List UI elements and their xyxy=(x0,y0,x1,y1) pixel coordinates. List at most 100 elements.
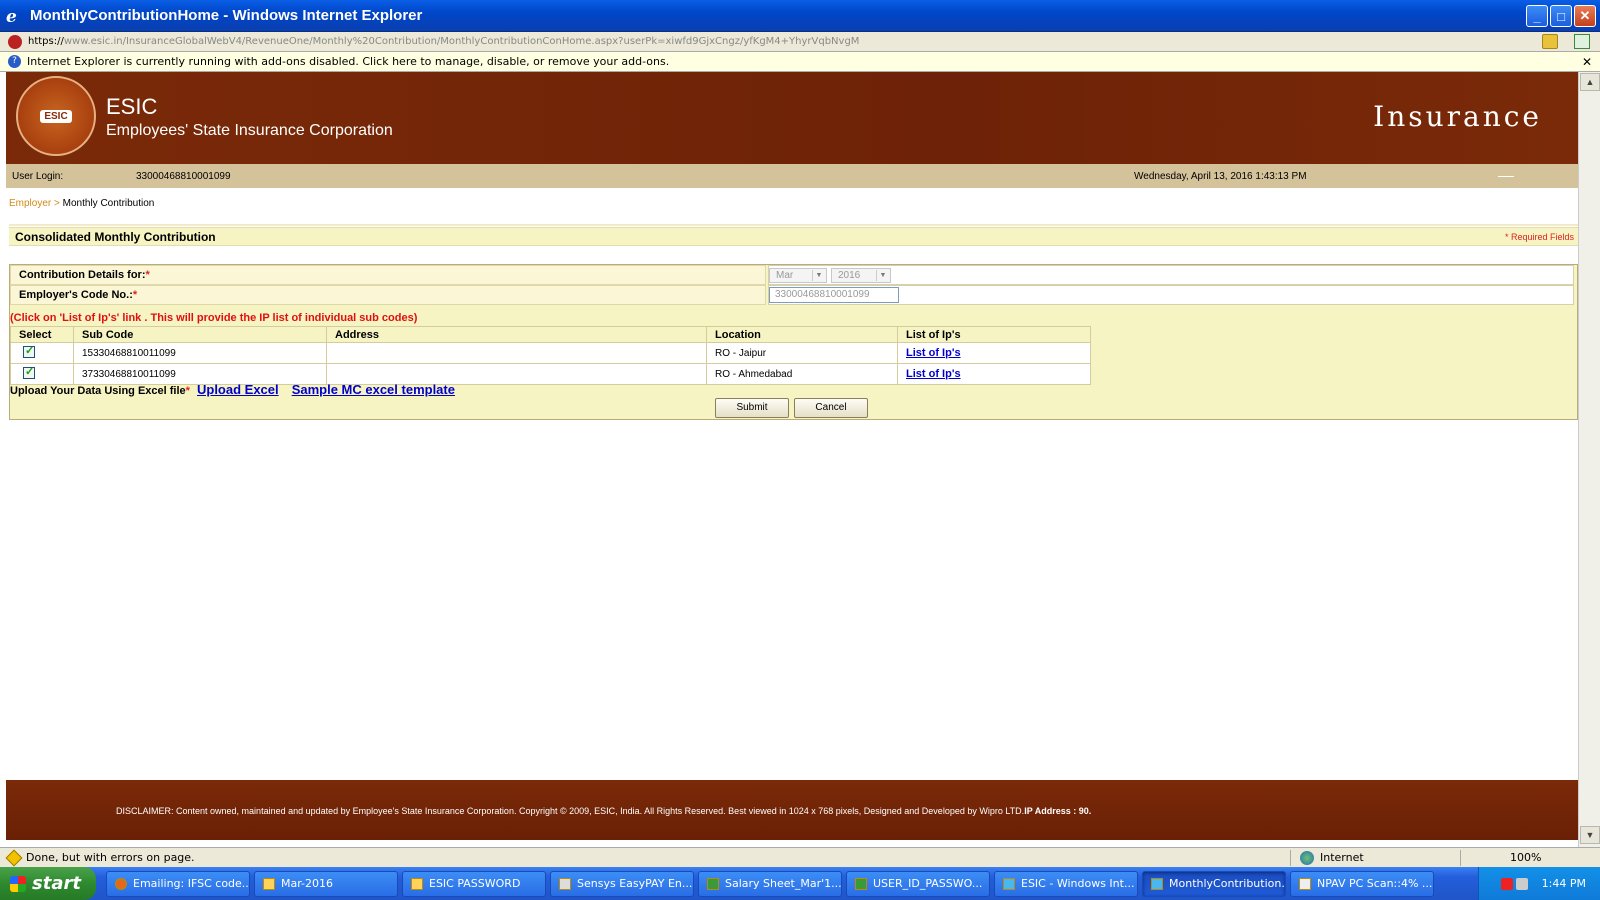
chevron-down-icon: ▼ xyxy=(812,270,825,281)
compatibility-icon[interactable] xyxy=(1574,34,1590,49)
taskbar-item[interactable]: MonthlyContribution... xyxy=(1142,870,1286,897)
taskbar-item[interactable]: Sensys EasyPAY En... xyxy=(550,870,694,897)
system-tray: 1:44 PM xyxy=(1478,867,1600,900)
antivirus-icon[interactable] xyxy=(1500,877,1513,890)
user-bar: User Login: 33000468810001099 Wednesday,… xyxy=(6,164,1578,188)
col-location: Location xyxy=(706,326,898,343)
taskbar-item[interactable]: NPAV PC Scan::4% ... xyxy=(1290,870,1434,897)
excel-icon xyxy=(855,877,867,890)
breadcrumb: Employer > Monthly Contribution xyxy=(9,198,154,209)
sample-template-link[interactable]: Sample MC excel template xyxy=(292,382,455,397)
address-bar[interactable]: https://www.esic.in/InsuranceGlobalWebV4… xyxy=(0,32,1600,52)
page-content: ESIC ESIC Employees' State Insurance Cor… xyxy=(6,72,1578,847)
lock-icon[interactable] xyxy=(1542,34,1558,49)
search-icon xyxy=(1299,877,1311,890)
list-ips-link[interactable]: List of Ip's xyxy=(906,368,961,380)
window-title: MonthlyContributionHome - Windows Intern… xyxy=(30,7,423,24)
status-bar: Done, but with errors on page. Internet … xyxy=(0,847,1600,867)
window-titlebar: e MonthlyContributionHome - Windows Inte… xyxy=(0,0,1600,32)
infobar-text[interactable]: Internet Explorer is currently running w… xyxy=(27,55,669,68)
ie-icon xyxy=(1003,877,1015,890)
breadcrumb-current: Monthly Contribution xyxy=(62,198,155,209)
taskbar-item[interactable]: ESIC - Windows Int... xyxy=(994,870,1138,897)
folder-icon xyxy=(263,877,275,890)
user-login-label: User Login: xyxy=(12,170,64,182)
header-fullname: Employees' State Insurance Corporation xyxy=(106,122,393,139)
clock[interactable]: 1:44 PM xyxy=(1542,877,1586,890)
section-title: Consolidated Monthly Contribution * Requ… xyxy=(9,227,1578,246)
zoom-level[interactable]: 100% xyxy=(1510,851,1541,864)
taskbar-item[interactable]: ESIC PASSWORD xyxy=(402,870,546,897)
globe-icon xyxy=(1300,850,1314,865)
status-text: Done, but with errors on page. xyxy=(26,851,195,864)
site-footer: DISCLAIMER: Content owned, maintained an… xyxy=(6,780,1578,840)
contrib-label-cell: Contribution Details for:* xyxy=(10,265,766,285)
start-button[interactable]: start xyxy=(0,867,96,900)
contrib-label: Contribution Details for:* xyxy=(19,269,150,281)
chevron-down-icon: ▼ xyxy=(876,270,889,281)
security-zone: Internet xyxy=(1300,850,1364,865)
taskbar-item[interactable]: Emailing: IFSC code... xyxy=(106,870,250,897)
windows-flag-icon xyxy=(10,875,26,892)
taskbar-item[interactable]: Salary Sheet_Mar'1... xyxy=(698,870,842,897)
scroll-up-icon[interactable]: ▲ xyxy=(1580,73,1600,91)
vertical-scrollbar[interactable]: ▲ ▼ xyxy=(1578,72,1600,847)
cancel-button[interactable]: Cancel xyxy=(794,398,868,418)
maximize-button[interactable]: □ xyxy=(1550,5,1572,27)
taskbar: start Emailing: IFSC code... Mar-2016 ES… xyxy=(0,867,1600,900)
contrib-value-cell: Mar ▼ 2016 ▼ xyxy=(768,265,1574,285)
upload-excel-link[interactable]: Upload Excel xyxy=(197,382,279,397)
app-icon xyxy=(559,877,571,890)
addons-infobar[interactable]: ? Internet Explorer is currently running… xyxy=(0,52,1600,72)
address-cell xyxy=(326,342,707,364)
scroll-down-icon[interactable]: ▼ xyxy=(1580,826,1600,844)
breadcrumb-employer[interactable]: Employer xyxy=(9,198,51,209)
infobar-close-icon[interactable]: ✕ xyxy=(1582,55,1592,69)
site-header: ESIC ESIC Employees' State Insurance Cor… xyxy=(6,72,1578,166)
table-row: 15330468810011099 RO - Jaipur List of Ip… xyxy=(10,342,1091,364)
ie-icon xyxy=(1151,877,1163,890)
info-icon: ? xyxy=(8,55,21,68)
code-label: Employer's Code No.:* xyxy=(19,289,138,301)
col-subcode: Sub Code xyxy=(73,326,327,343)
notice-text: (Click on 'List of Ip's' link . This wil… xyxy=(10,312,418,324)
esic-logo: ESIC xyxy=(16,76,96,156)
code-value-cell: 33000468810001099 xyxy=(768,285,1574,305)
submit-button[interactable]: Submit xyxy=(715,398,789,418)
header-insurance: Insurance xyxy=(1373,100,1542,133)
location-cell: RO - Ahmedabad xyxy=(706,363,898,385)
row-checkbox[interactable] xyxy=(23,344,35,358)
divider xyxy=(1460,850,1461,866)
datetime: Wednesday, April 13, 2016 1:43:13 PM xyxy=(1134,170,1307,182)
site-favicon-icon xyxy=(8,34,22,49)
location-cell: RO - Jaipur xyxy=(706,342,898,364)
excel-icon xyxy=(707,877,719,890)
month-select[interactable]: Mar ▼ xyxy=(769,268,827,283)
close-button[interactable]: ✕ xyxy=(1574,5,1596,27)
address-url[interactable]: https://www.esic.in/InsuranceGlobalWebV4… xyxy=(28,36,859,47)
upload-label: Upload Your Data Using Excel file xyxy=(10,385,186,397)
divider xyxy=(1498,176,1514,177)
col-address: Address xyxy=(326,326,707,343)
col-list-ips: List of Ip's xyxy=(897,326,1091,343)
ie-logo-icon: e xyxy=(6,6,17,27)
code-label-cell: Employer's Code No.:* xyxy=(10,285,766,305)
minimize-button[interactable]: _ xyxy=(1526,5,1548,27)
employer-code-input[interactable]: 33000468810001099 xyxy=(769,287,899,303)
user-login-value: 33000468810001099 xyxy=(136,170,231,182)
divider xyxy=(1290,850,1291,866)
taskbar-item[interactable]: Mar-2016 xyxy=(254,870,398,897)
breadcrumb-sep: > xyxy=(54,198,60,209)
year-select[interactable]: 2016 ▼ xyxy=(831,268,891,283)
subcode-table: Select Sub Code Address Location List of… xyxy=(10,326,1091,385)
warning-icon[interactable] xyxy=(5,849,23,866)
sub-code: 15330468810011099 xyxy=(73,342,327,364)
firefox-icon xyxy=(115,877,127,890)
divider xyxy=(9,224,1578,226)
row-checkbox[interactable] xyxy=(23,365,35,379)
list-ips-link[interactable]: List of Ip's xyxy=(906,347,961,359)
taskbar-item[interactable]: USER_ID_PASSWO... xyxy=(846,870,990,897)
disclaimer-text: DISCLAIMER: Content owned, maintained an… xyxy=(116,806,1092,816)
header-abbr: ESIC xyxy=(106,94,158,119)
network-icon[interactable] xyxy=(1515,877,1528,890)
